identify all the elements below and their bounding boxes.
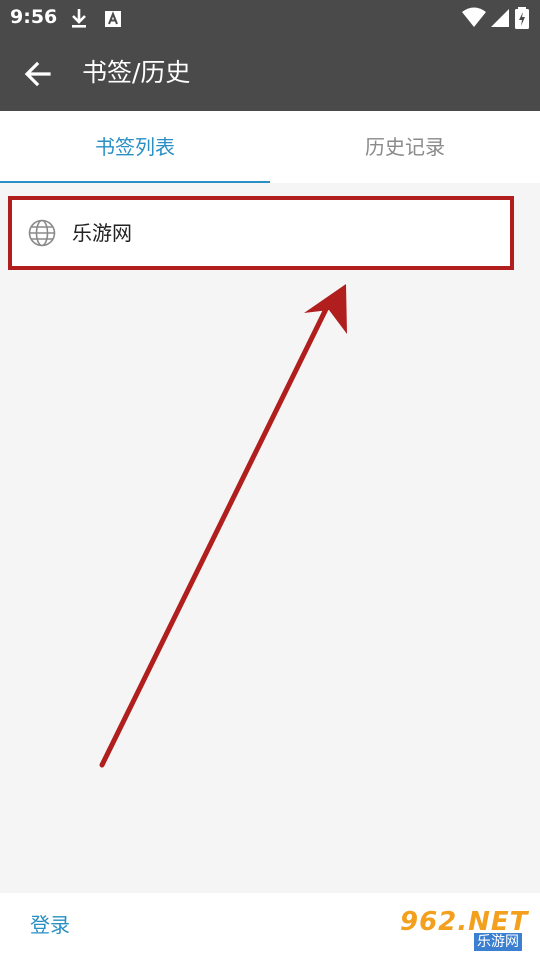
tab-bar: 书签列表 历史记录 [0,111,540,184]
list-item[interactable]: 乐游网 [8,198,514,268]
globe-icon [28,219,56,247]
watermark-logo: 962.NET 乐游网 [400,907,536,953]
tab-history[interactable]: 历史记录 [270,111,540,183]
login-link[interactable]: 登录 [30,911,70,939]
status-bar: 9:56 [0,0,540,36]
app-bar: 书签/历史 [0,36,540,111]
bookmark-list: 乐游网 [0,183,540,893]
watermark-subtext: 乐游网 [474,933,522,951]
page-title: 书签/历史 [82,58,191,87]
wifi-icon [462,7,486,27]
battery-charging-icon [515,7,529,29]
signal-icon [491,9,509,27]
bottom-bar: 登录 962.NET 乐游网 [0,893,540,960]
a-notification-icon [105,11,121,27]
bookmark-label: 乐游网 [72,221,132,245]
arrow-back-icon[interactable] [18,54,58,94]
status-time: 9:56 [10,6,58,28]
download-icon [72,9,86,28]
tab-bookmarks[interactable]: 书签列表 [0,111,270,183]
